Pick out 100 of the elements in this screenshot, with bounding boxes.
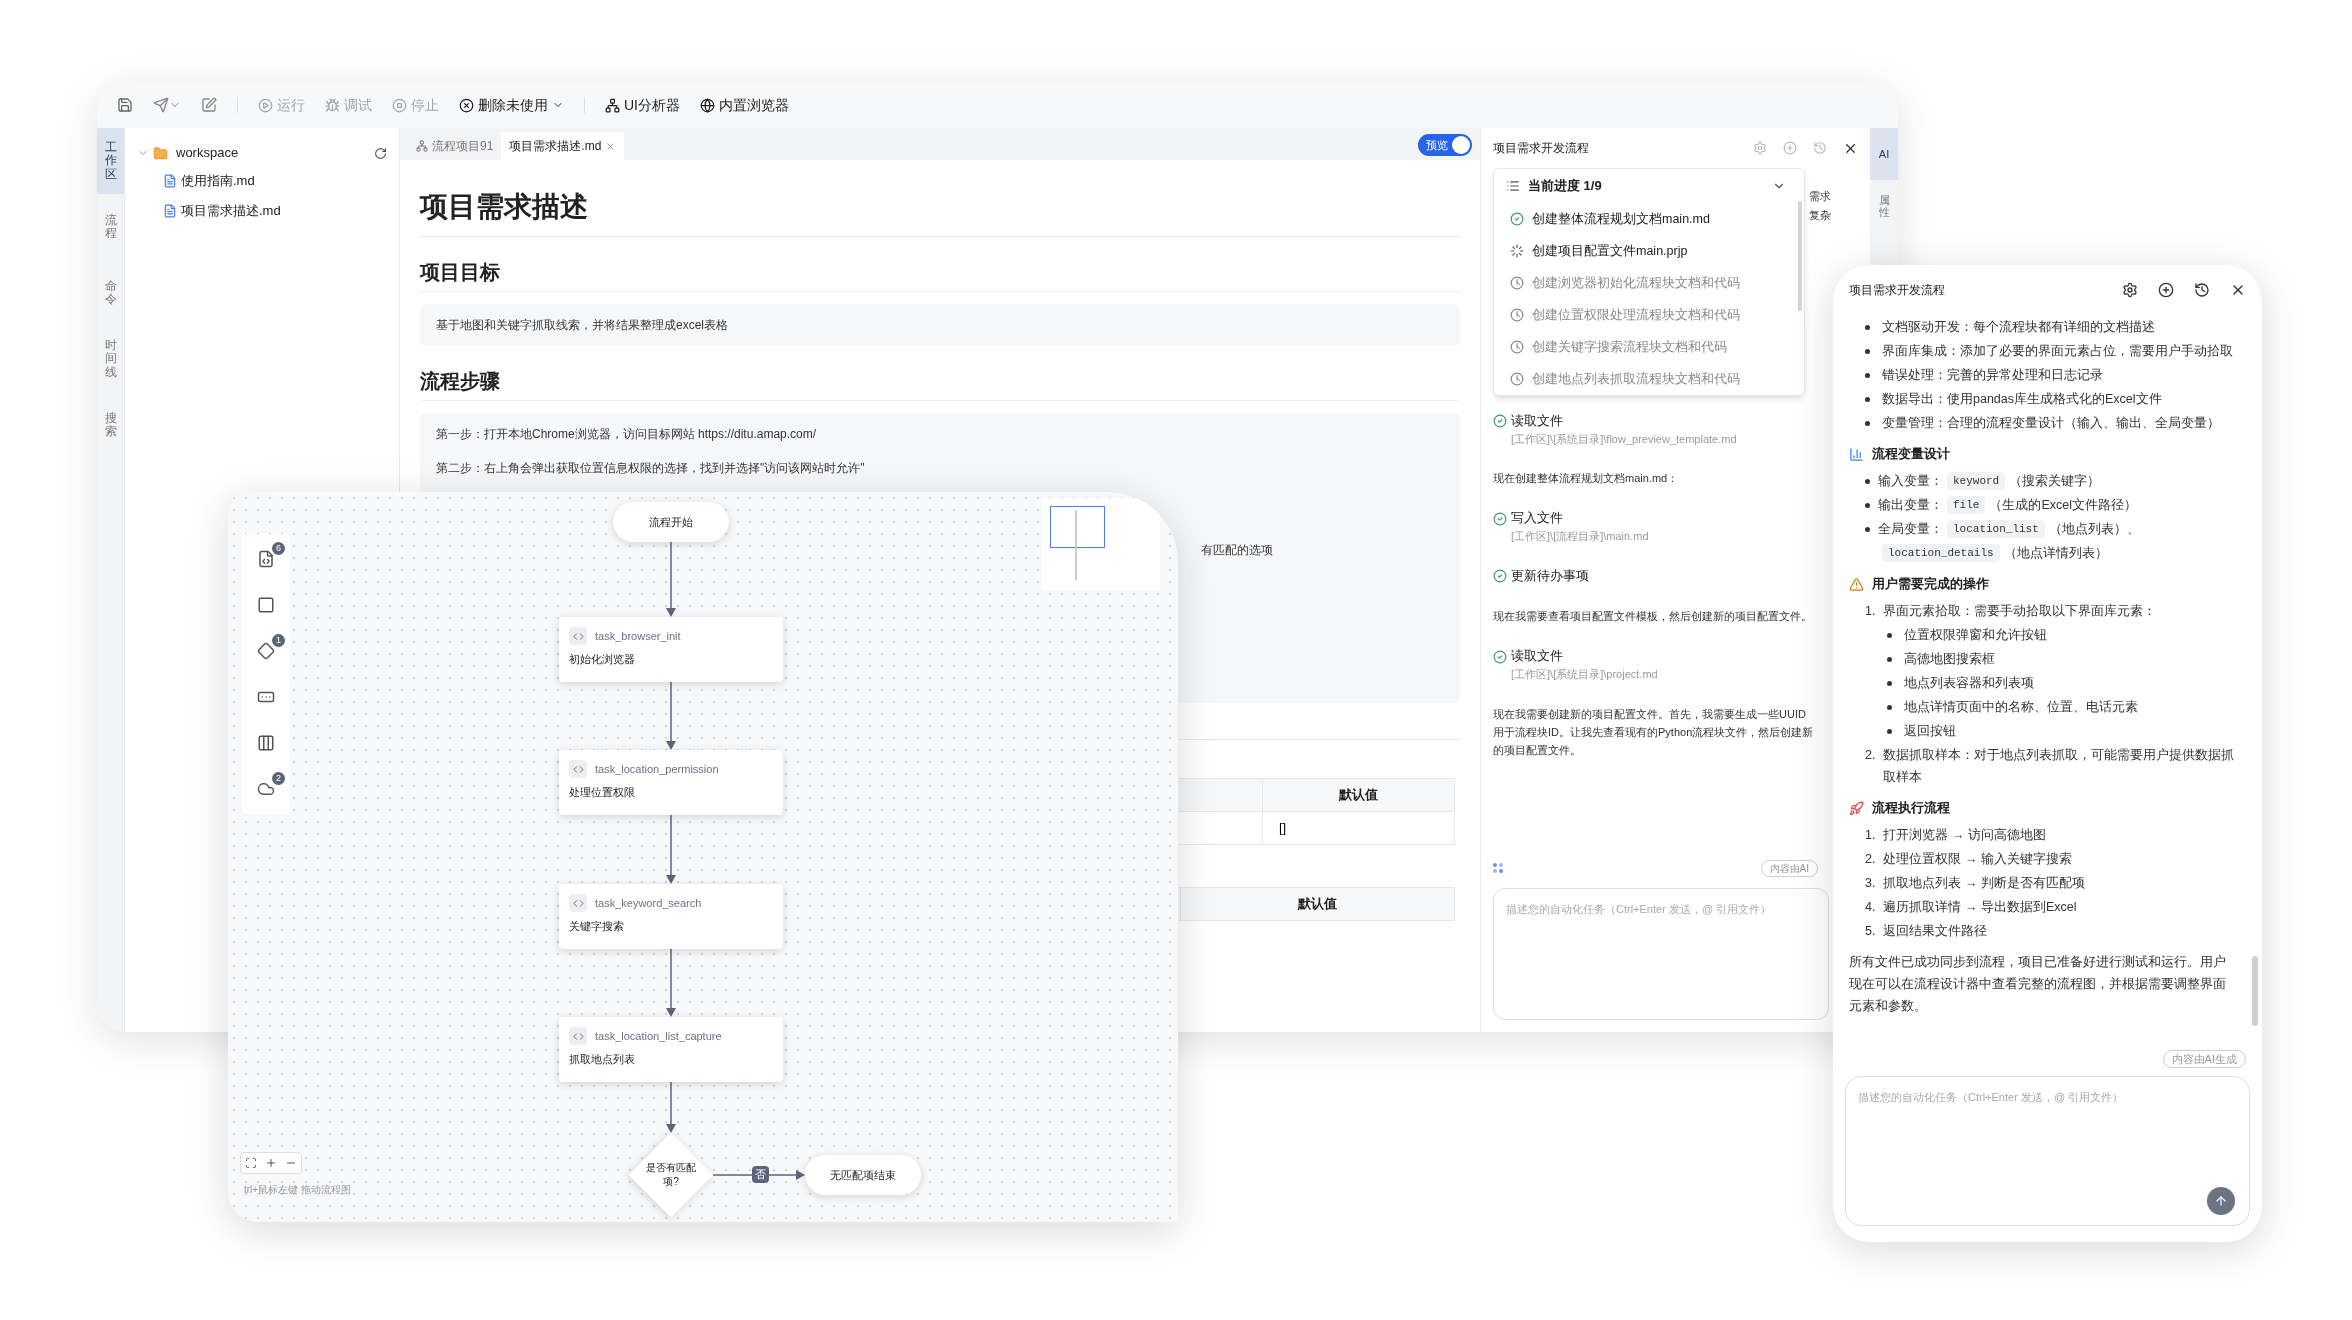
list-number: 4.: [1865, 899, 1876, 916]
plus-icon: [265, 1157, 277, 1169]
diamond-icon[interactable]: [257, 642, 275, 660]
input-placeholder: 描述您的自动化任务（Ctrl+Enter 发送，@ 引用文件）: [1858, 1091, 2124, 1103]
connector-arrow: [666, 681, 676, 750]
section-heading: 流程步骤: [420, 366, 1460, 401]
toolbar-button[interactable]: 删除未使用: [459, 94, 564, 116]
list-number: 3.: [1865, 875, 1876, 892]
task-label: 关键字搜索: [569, 919, 625, 934]
editor-tab[interactable]: 项目需求描述.md: [501, 132, 625, 160]
code-icon: [569, 760, 587, 778]
tool-title: 更新待办事项: [1511, 567, 1589, 585]
step-text: 第二步：右上角会弹出获取位置信息权限的选择，找到并选择"访问该网站时允许": [436, 460, 866, 477]
bullet-icon: [1887, 705, 1892, 710]
toolbar-button[interactable]: UI分析器: [605, 94, 680, 116]
editor-tab[interactable]: 流程项目91: [408, 132, 502, 160]
globe-icon: [700, 97, 715, 113]
side-tab[interactable]: 流程: [97, 194, 124, 260]
list-item-text: （搜索关键字）: [2009, 473, 2101, 490]
edit-button[interactable]: [201, 97, 217, 113]
doc-title: 项目需求描述: [420, 186, 1460, 237]
list-item-text: （生成的Excel文件路径）: [1989, 497, 2137, 514]
fit-icon: [245, 1157, 257, 1169]
task-label: 抓取地点列表: [569, 1052, 636, 1067]
tree-item[interactable]: 项目需求描述.md: [181, 201, 281, 221]
tool-title: 写入文件: [1511, 510, 1563, 528]
toolbar-button[interactable]: 内置浏览器: [700, 94, 789, 116]
bug-icon: [325, 97, 340, 113]
progress-item: 创建位置权限处理流程块文档和代码: [1532, 306, 1740, 324]
add-icon[interactable]: [2158, 282, 2174, 298]
save-button[interactable]: [117, 97, 133, 113]
script-icon[interactable]: [257, 550, 275, 568]
table-header: 默认值: [1262, 778, 1455, 812]
table-cell: []: [1262, 811, 1455, 845]
tree-item[interactable]: workspace: [176, 143, 239, 163]
hint-text: trl+鼠标左键 拖动流程图: [244, 1183, 351, 1197]
columns-icon[interactable]: [257, 734, 275, 752]
section-icon: [1849, 576, 1864, 592]
list-item-text: 返回结果文件路径: [1883, 923, 1988, 940]
progress-item: 创建浏览器初始化流程块文档和代码: [1532, 274, 1740, 292]
terminal-node[interactable]: 流程开始: [613, 502, 729, 542]
panel-title: 项目需求开发流程: [1849, 282, 1945, 299]
file-path: [工作区]\[流程目录]\main.md: [1510, 529, 1650, 544]
task-node[interactable]: task_location_permission 处理位置权限: [559, 750, 783, 815]
terminal-node[interactable]: 无匹配项结束: [805, 1155, 921, 1195]
side-tab[interactable]: 时间线: [97, 326, 124, 392]
section-heading: 项目目标: [420, 257, 1460, 292]
task-name: task_location_list_capture: [595, 1028, 722, 1044]
inline-code: location_list: [1947, 520, 2045, 538]
progress-item: 创建项目配置文件main.prjp: [1532, 242, 1688, 260]
scrollbar[interactable]: [2252, 955, 2258, 1026]
side-tab[interactable]: 命令: [97, 260, 124, 326]
rectangle-icon[interactable]: [257, 596, 275, 614]
section-heading: 用户需要完成的操作: [1872, 575, 1989, 593]
stop-icon: [392, 97, 407, 113]
branch-label: 否: [752, 1166, 769, 1183]
side-tab[interactable]: AI: [1870, 128, 1898, 180]
list-item-text: 返回按钮: [1904, 723, 1956, 740]
send-button[interactable]: [153, 97, 181, 113]
refresh-icon[interactable]: [374, 146, 387, 160]
inline-code: location_details: [1882, 544, 2000, 562]
connector-arrow: [666, 948, 676, 1017]
section-heading: 流程执行流程: [1872, 799, 1950, 817]
message-text: 需求: [1809, 189, 1831, 204]
list-item-text: 高德地图搜索框: [1904, 651, 1995, 668]
delete-icon: [459, 97, 474, 113]
bullet-icon: [1865, 397, 1870, 402]
code-icon: [569, 627, 587, 645]
scrollbar[interactable]: [1798, 201, 1802, 311]
code-icon: [569, 894, 587, 912]
side-tab[interactable]: 属性: [1870, 180, 1898, 232]
side-tab[interactable]: 搜索: [97, 392, 124, 458]
send-button[interactable]: [2207, 1187, 2235, 1215]
list-number: 1.: [1865, 603, 1876, 620]
cloud-icon[interactable]: [257, 780, 275, 798]
list-item-text: 处理位置权限 → 输入关键字搜索: [1883, 851, 2072, 868]
task-node[interactable]: task_keyword_search 关键字搜索: [559, 884, 783, 949]
section-icon: [1849, 800, 1864, 816]
side-tab[interactable]: 工作区: [97, 128, 124, 194]
bullet-icon: [1887, 729, 1892, 734]
list-number: 5.: [1865, 923, 1876, 940]
task-name: task_browser_init: [595, 628, 681, 644]
section-heading: 流程变量设计: [1872, 445, 1950, 463]
progress-title: 当前进度 1/9: [1528, 177, 1602, 196]
list-item-text: 界面库集成：添加了必要的界面元素占位，需要用户手动拾取: [1882, 343, 2233, 360]
section-icon: [1849, 446, 1864, 462]
code-icon: [569, 1027, 587, 1045]
task-node[interactable]: task_browser_init 初始化浏览器: [559, 617, 783, 682]
tree-item[interactable]: 使用指南.md: [181, 171, 255, 191]
send-icon: [153, 97, 169, 113]
bullet-icon: [1865, 527, 1870, 532]
inline-code: file: [1947, 496, 1986, 514]
list-item-text: （地点详情列表）: [2003, 545, 2108, 562]
panel-title: 项目需求开发流程: [1493, 140, 1589, 157]
task-node[interactable]: task_location_list_capture 抓取地点列表: [559, 1017, 783, 1082]
history-icon[interactable]: [2194, 282, 2210, 298]
step-text: 有匹配的选项: [1200, 542, 1274, 559]
preview-toggle[interactable]: 预览: [1418, 134, 1472, 156]
settings-icon[interactable]: [2122, 282, 2138, 298]
list-item-text: 全局变量：: [1878, 521, 1943, 538]
